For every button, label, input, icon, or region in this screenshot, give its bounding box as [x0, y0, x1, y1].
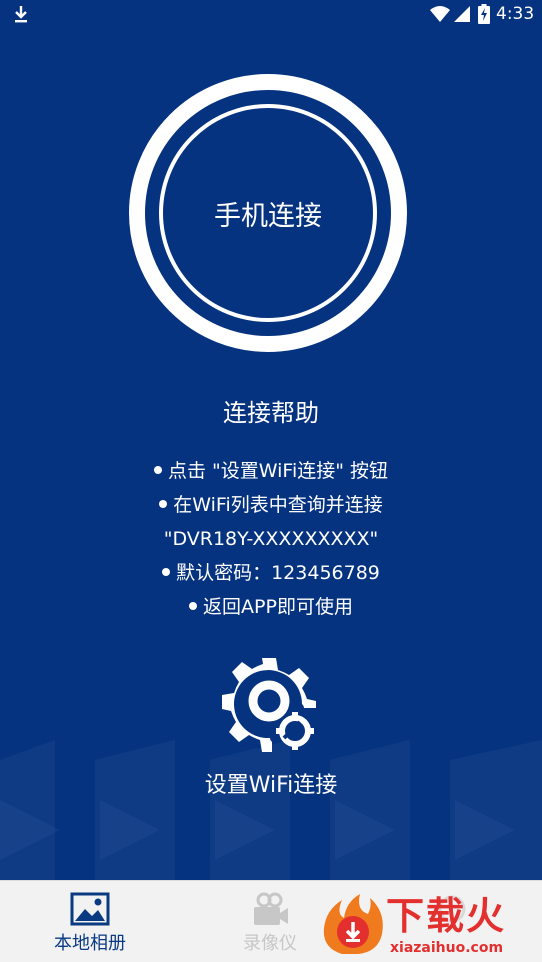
- help-step-3: 默认密码：123456789: [0, 559, 542, 587]
- wifi-signal-icon: [430, 6, 450, 22]
- help-step-ssid: "DVR18Y-XXXXXXXXX": [0, 525, 542, 553]
- gear-icon[interactable]: [222, 658, 316, 752]
- flame-logo-icon: [323, 894, 383, 954]
- wifi-settings-link[interactable]: 设置WiFi连接: [0, 770, 542, 802]
- help-step-1: 点击 "设置WiFi连接" 按钮: [0, 457, 542, 485]
- help-title: 连接帮助: [223, 399, 319, 427]
- help-step-text: 在WiFi列表中查询并连接: [173, 494, 383, 516]
- help-step-text: 点击 "设置WiFi连接" 按钮: [167, 460, 389, 482]
- bullet-icon: [189, 601, 198, 610]
- image-icon: [70, 892, 110, 926]
- status-bar: 4:33: [0, 0, 542, 30]
- app-screen: 4:33 手机连接 连接帮助 点击 "设置WiFi连接" 按钮 在WiFi列表中…: [0, 0, 542, 962]
- help-step-2: 在WiFi列表中查询并连接: [0, 491, 542, 519]
- download-icon: [15, 6, 27, 23]
- background-pattern: [0, 740, 542, 880]
- nav-item-local-album[interactable]: 本地相册: [0, 881, 180, 962]
- help-step-text: "DVR18Y-XXXXXXXXX": [163, 528, 379, 550]
- cellular-signal-icon: [454, 6, 470, 22]
- help-step-text: 默认密码：123456789: [176, 562, 380, 584]
- phone-connect-button[interactable]: 手机连接: [128, 73, 408, 353]
- bullet-icon: [162, 567, 171, 576]
- status-time: 4:33: [496, 4, 535, 24]
- connect-button-label: 手机连接: [214, 200, 322, 232]
- bullet-icon: [159, 499, 168, 508]
- watermark-logo: 下载火 xiazaihuo.com: [320, 890, 542, 962]
- help-step-text: 返回APP即可使用: [203, 596, 353, 618]
- camera-icon: [254, 892, 288, 925]
- watermark-title: 下载火: [386, 894, 507, 938]
- help-step-4: 返回APP即可使用: [0, 593, 542, 621]
- nav-label-local-album: 本地相册: [54, 933, 126, 954]
- bullet-icon: [153, 465, 162, 474]
- watermark-url: xiazaihuo.com: [390, 940, 504, 956]
- battery-charging-icon: [478, 4, 490, 24]
